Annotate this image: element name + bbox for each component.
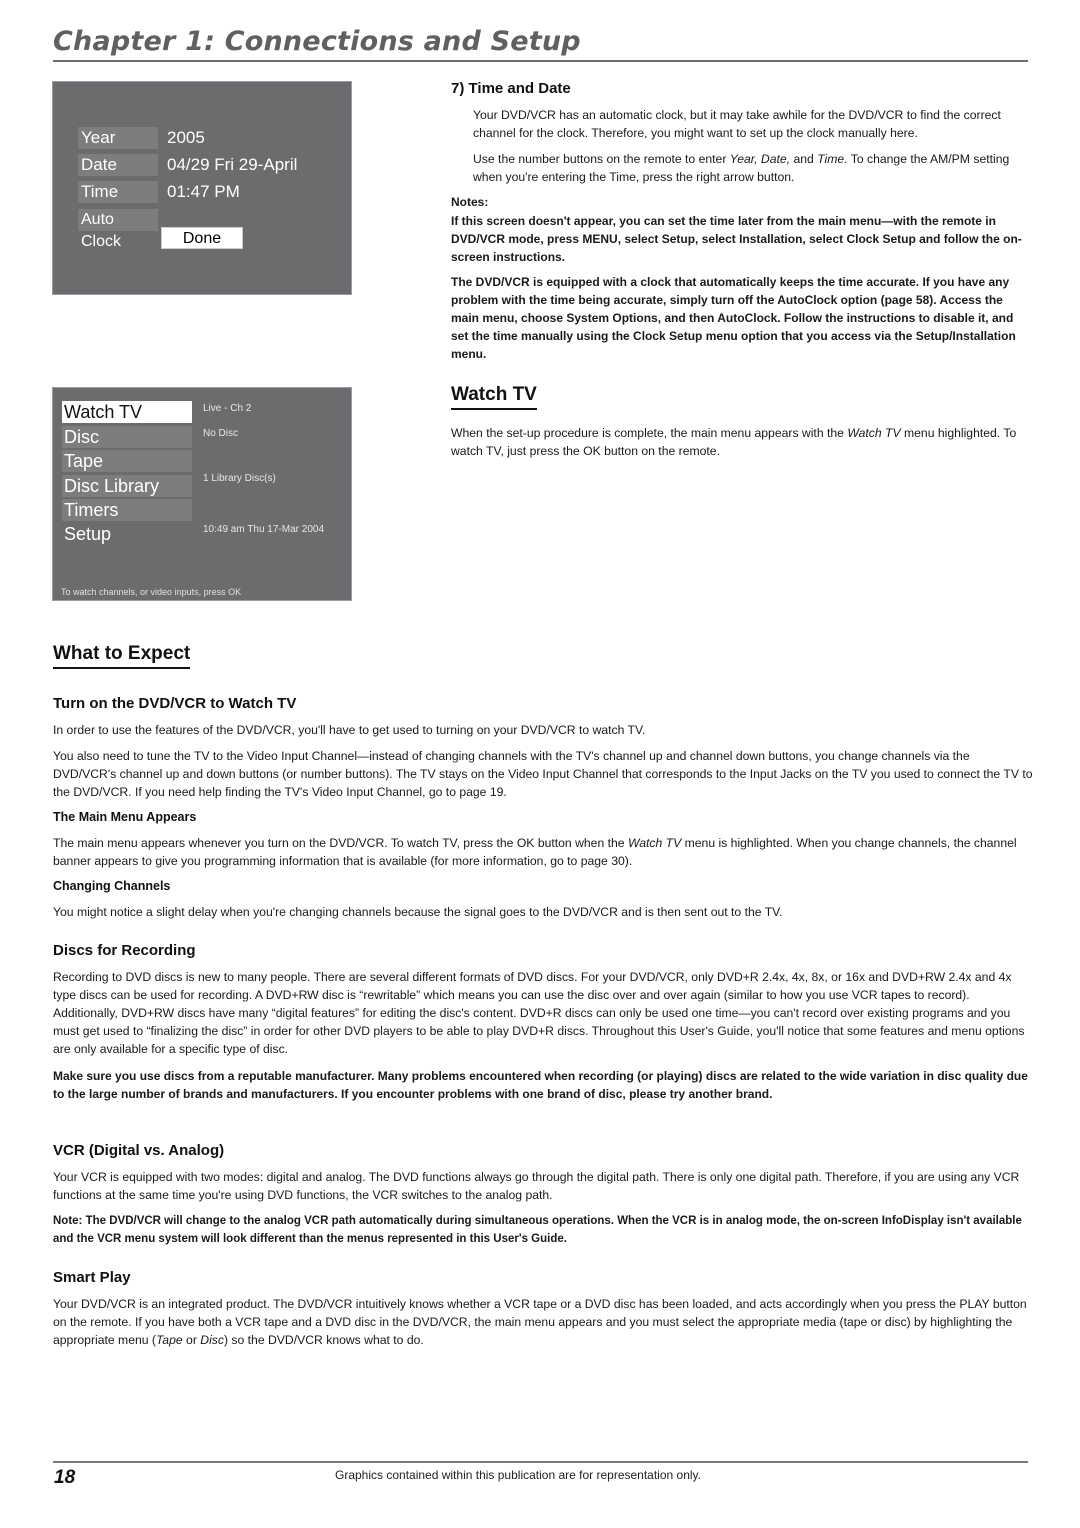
text-run-italic: Watch TV bbox=[627, 836, 682, 850]
discs-paragraph-2: Make sure you use discs from a reputable… bbox=[53, 1069, 1028, 1101]
turn-on-paragraph-2: You also need to tune the TV to the Vide… bbox=[53, 749, 1033, 799]
main-menu-screen: Watch TV Live - Ch 2 Disc No Disc Tape D… bbox=[52, 387, 352, 601]
vcr-note: Note: The DVD/VCR will change to the ana… bbox=[53, 1215, 1022, 1245]
clock-value-year: 2005 bbox=[167, 128, 205, 147]
discs-heading: Discs for Recording bbox=[53, 942, 196, 959]
watch-tv-heading: Watch TV bbox=[451, 384, 537, 410]
watch-tv-paragraph: When the set-up procedure is complete, t… bbox=[451, 424, 1031, 460]
time-date-heading: 7) Time and Date bbox=[451, 80, 571, 97]
clock-label-time: Time bbox=[78, 181, 158, 203]
smart-play-heading: Smart Play bbox=[53, 1269, 131, 1286]
text-run: The main menu appears whenever you turn … bbox=[53, 836, 628, 850]
text-run-italic: Watch TV bbox=[847, 426, 901, 440]
what-to-expect-heading: What to Expect bbox=[53, 643, 191, 669]
clock-label-auto-clock: Auto Clock bbox=[78, 209, 158, 250]
turn-on-heading: Turn on the DVD/VCR to Watch TV bbox=[53, 695, 297, 712]
menu-item-disc-library: Disc Library bbox=[62, 475, 192, 497]
menu-info-disc: No Disc bbox=[203, 428, 239, 439]
text-run: Use the number buttons on the remote to … bbox=[473, 152, 730, 166]
footer-note: Graphics contained within this publicati… bbox=[335, 1468, 701, 1482]
text-run: or bbox=[182, 1333, 201, 1347]
page-number: 18 bbox=[54, 1467, 76, 1488]
clock-value-time: 01:47 PM bbox=[167, 182, 240, 201]
menu-item-watch-tv: Watch TV bbox=[62, 401, 192, 423]
vcr-heading: VCR (Digital vs. Analog) bbox=[53, 1142, 225, 1159]
clock-value-date: 04/29 Fri 29-April bbox=[167, 155, 298, 174]
menu-item-tape: Tape bbox=[62, 450, 192, 472]
text-run: and bbox=[790, 152, 818, 166]
menu-item-timers: Timers bbox=[62, 499, 192, 521]
menu-info-disc-library: 1 Library Disc(s) bbox=[203, 473, 276, 484]
notes-label: Notes: bbox=[451, 195, 489, 209]
smart-play-paragraph: Your DVD/VCR is an integrated product. T… bbox=[53, 1295, 1033, 1349]
chapter-title: Chapter 1: Connections and Setup bbox=[53, 26, 581, 57]
footer-divider bbox=[53, 1461, 1028, 1463]
menu-info-datetime: 10:49 am Thu 17-Mar 2004 bbox=[203, 524, 325, 535]
main-menu-appears-heading: The Main Menu Appears bbox=[53, 810, 197, 824]
vcr-paragraph-1: Your VCR is equipped with two modes: dig… bbox=[53, 1170, 1020, 1202]
time-date-paragraph-2: Use the number buttons on the remote to … bbox=[473, 150, 1033, 186]
text-run-italic: Year, Date, bbox=[729, 152, 791, 166]
done-button: Done bbox=[161, 227, 243, 249]
clock-label-year: Year bbox=[78, 127, 158, 149]
text-run-italic: Disc bbox=[200, 1333, 224, 1347]
menu-item-setup: Setup bbox=[64, 524, 112, 544]
text-run-italic: Time. bbox=[817, 152, 848, 166]
text-run-italic: Tape bbox=[155, 1333, 183, 1347]
header-divider bbox=[53, 60, 1028, 62]
text-run: ) so the DVD/VCR knows what to do. bbox=[223, 1333, 424, 1347]
note-1: If this screen doesn't appear, you can s… bbox=[451, 214, 1022, 264]
clock-label-date: Date bbox=[78, 154, 158, 176]
discs-paragraph-1: Recording to DVD discs is new to many pe… bbox=[53, 970, 1025, 1056]
changing-channels-paragraph: You might notice a slight delay when you… bbox=[53, 905, 783, 919]
clock-setup-screen: Year 2005 Date 04/29 Fri 29-April Time 0… bbox=[52, 81, 352, 295]
menu-info-watch-tv: Live - Ch 2 bbox=[203, 403, 252, 414]
menu-item-disc: Disc bbox=[62, 426, 192, 448]
turn-on-paragraph-1: In order to use the features of the DVD/… bbox=[53, 723, 646, 737]
text-run: When the set-up procedure is complete, t… bbox=[451, 426, 848, 440]
main-menu-appears-paragraph: The main menu appears whenever you turn … bbox=[53, 834, 1033, 870]
menu-hint-text: To watch channels, or video inputs, pres… bbox=[61, 587, 242, 597]
note-2: The DVD/VCR is equipped with a clock tha… bbox=[451, 275, 1016, 361]
changing-channels-heading: Changing Channels bbox=[53, 879, 171, 893]
time-date-paragraph-1: Your DVD/VCR has an automatic clock, but… bbox=[473, 108, 1001, 140]
